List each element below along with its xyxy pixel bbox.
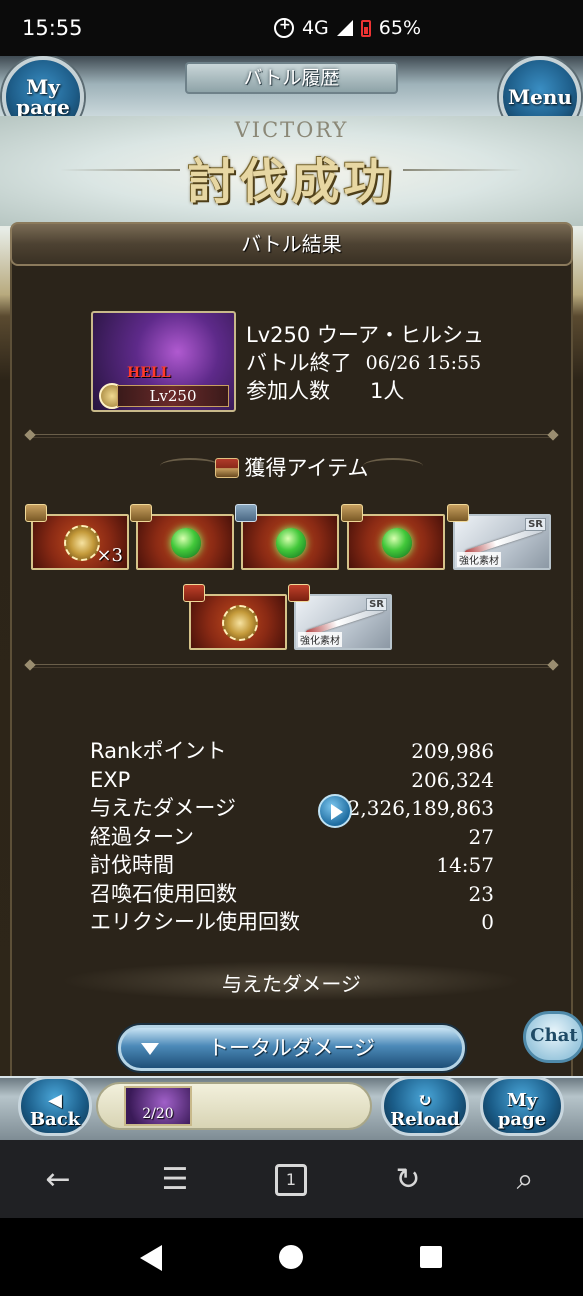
items-heading-label: 獲得アイテム bbox=[244, 456, 369, 480]
stat-value: 206,324 bbox=[411, 767, 494, 792]
gear-icon bbox=[64, 525, 100, 561]
back-label: Back bbox=[29, 1109, 81, 1130]
battery-icon bbox=[360, 19, 371, 37]
stat-value: 27 bbox=[468, 824, 494, 849]
status-bar: 15:55 4G 65% bbox=[0, 0, 583, 56]
battle-end-row: バトル終了 06/26 15:55 bbox=[246, 349, 484, 377]
stat-value: 209,986 bbox=[411, 739, 494, 763]
result-heading: バトル結果 bbox=[10, 222, 573, 266]
stat-row: 召喚石使用回数 23 bbox=[90, 880, 494, 909]
stat-label: 与えたダメージ bbox=[90, 796, 236, 820]
enhance-tag: 強化素材 bbox=[457, 552, 501, 567]
stat-row: 経過ターン 27 bbox=[90, 823, 494, 852]
chest-gold-icon bbox=[447, 504, 469, 522]
boss-name: Lv250 ウーア・ヒルシュ bbox=[246, 323, 485, 347]
game-viewport: バトル履歴 My page Menu VICTORY 討伐成功 バトル結果 HEL… bbox=[0, 56, 583, 1140]
stat-value: 0 bbox=[481, 910, 494, 934]
orb-icon bbox=[171, 528, 201, 558]
stat-value: 23 bbox=[468, 881, 494, 906]
victory-title: 討伐成功 bbox=[187, 154, 396, 210]
battle-stats: Rankポイント 209,986 EXP 206,324 与えたダメージ 2,326,… bbox=[90, 737, 494, 937]
stat-label: 経過ターン bbox=[90, 824, 194, 849]
chest-gold-icon bbox=[130, 504, 152, 522]
back-arrow-icon: ◀ bbox=[48, 1090, 62, 1111]
stat-label: 召喚石使用回数 bbox=[90, 881, 237, 906]
hamburger-icon[interactable]: ☰ bbox=[155, 1160, 195, 1200]
chest-red-icon bbox=[288, 584, 310, 602]
tabs-button[interactable]: 1 bbox=[275, 1164, 307, 1196]
stat-label: エリクシール使用回数 bbox=[90, 910, 300, 934]
boss-info: Lv250 ウーア・ヒルシュ バトル終了 06/26 15:55 参加人数 1人 bbox=[246, 321, 484, 405]
chest-gold-icon bbox=[341, 504, 363, 522]
orb-icon bbox=[276, 528, 306, 558]
treasure-chest-icon bbox=[214, 458, 239, 478]
nav-home-icon[interactable] bbox=[279, 1245, 303, 1269]
item-gear[interactable]: ×3 bbox=[25, 504, 129, 570]
stat-value: 14:57 bbox=[436, 853, 494, 877]
battery-percent: 65% bbox=[378, 17, 421, 39]
stat-label: Rankポイント bbox=[90, 739, 227, 763]
triangle-down-icon bbox=[141, 1043, 159, 1055]
divider bbox=[28, 664, 555, 668]
items-heading: 獲得アイテム bbox=[0, 452, 583, 482]
stat-row: エリクシール使用回数 0 bbox=[90, 908, 494, 937]
orb-icon bbox=[382, 528, 412, 558]
stat-row: Rankポイント 209,986 bbox=[90, 737, 494, 766]
mypage-bottom-button[interactable]: My page bbox=[480, 1076, 564, 1136]
participants-row: 参加人数 1人 bbox=[246, 377, 484, 405]
damage-detail-play-button[interactable] bbox=[318, 794, 352, 828]
item-green-orb[interactable] bbox=[235, 504, 339, 570]
mypage-bottom-label-1: My bbox=[506, 1090, 538, 1111]
damage-heading: 与えたダメージ bbox=[222, 972, 361, 996]
page-title: バトル履歴 bbox=[185, 62, 398, 94]
nav-back-icon[interactable] bbox=[140, 1245, 162, 1271]
item-weapon[interactable]: SR 強化素材 bbox=[288, 584, 392, 650]
boss-thumbnail: HELL Lv250 bbox=[91, 311, 236, 412]
battle-end-label: バトル終了 bbox=[246, 351, 352, 375]
back-button[interactable]: ◀ Back bbox=[18, 1076, 92, 1136]
item-quantity: ×3 bbox=[96, 545, 123, 566]
difficulty-tag: HELL bbox=[127, 365, 171, 381]
arrow-left-icon[interactable]: ← bbox=[38, 1160, 78, 1200]
chest-red-icon bbox=[183, 584, 205, 602]
item-green-orb[interactable] bbox=[341, 504, 445, 570]
chest-blue-icon bbox=[235, 504, 257, 522]
stat-row: 討伐時間 14:57 bbox=[90, 851, 494, 880]
divider bbox=[28, 434, 555, 438]
stat-label: EXP bbox=[90, 767, 131, 792]
item-gear[interactable] bbox=[183, 584, 287, 650]
participants-label: 参加人数 bbox=[246, 379, 330, 403]
total-damage-button[interactable]: トータルダメージ bbox=[118, 1025, 465, 1071]
rarity-badge: SR bbox=[366, 598, 387, 611]
enhance-tag: 強化素材 bbox=[298, 632, 342, 647]
data-saver-icon bbox=[273, 17, 294, 38]
gear-icon bbox=[222, 605, 258, 641]
item-green-orb[interactable] bbox=[130, 504, 234, 570]
signal-icon bbox=[336, 20, 353, 36]
stat-label: 討伐時間 bbox=[90, 853, 174, 877]
total-damage-label: トータルダメージ bbox=[208, 1036, 375, 1060]
network-type: 4G bbox=[301, 17, 329, 39]
stat-row: EXP 206,324 bbox=[90, 766, 494, 795]
clock: 15:55 bbox=[22, 16, 83, 40]
reload-button[interactable]: ↻ Reload bbox=[381, 1076, 469, 1136]
battle-end-value: 06/26 15:55 bbox=[365, 352, 482, 374]
refresh-icon[interactable]: ↻ bbox=[388, 1160, 428, 1200]
stat-value: 2,326,189,863 bbox=[347, 796, 494, 820]
participants-value: 1人 bbox=[370, 379, 405, 403]
reload-icon: ↻ bbox=[417, 1090, 433, 1111]
chest-gold-icon bbox=[25, 504, 47, 522]
stat-row: 与えたダメージ 2,326,189,863 bbox=[90, 794, 494, 823]
status-indicators: 4G 65% bbox=[273, 17, 421, 39]
mypage-bottom-label-2: page bbox=[497, 1109, 547, 1130]
chat-button[interactable]: Chat bbox=[523, 1011, 583, 1063]
rarity-badge: SR bbox=[525, 518, 546, 531]
item-weapon[interactable]: SR 強化素材 bbox=[447, 504, 551, 570]
boss-level-tag: Lv250 bbox=[117, 385, 229, 407]
nav-recents-icon[interactable] bbox=[420, 1246, 442, 1268]
quest-count: 2/20 bbox=[142, 1106, 174, 1122]
victory-english: VICTORY bbox=[234, 118, 349, 142]
reload-label: Reload bbox=[390, 1109, 460, 1130]
search-icon[interactable]: ⌕ bbox=[505, 1160, 545, 1200]
